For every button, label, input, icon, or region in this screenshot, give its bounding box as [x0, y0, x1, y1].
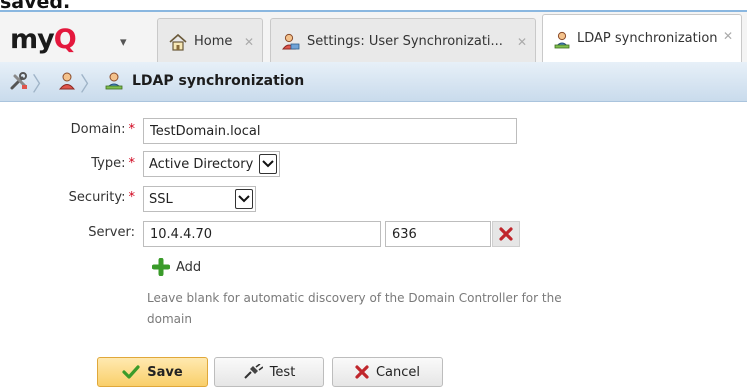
tab-home-close-icon[interactable]: ✕ [244, 35, 254, 49]
plus-icon [152, 258, 170, 276]
security-select-value: SSL [149, 191, 173, 207]
page-title: LDAP synchronization [132, 73, 305, 89]
logo-text: my [10, 24, 55, 55]
server-label-text: Server: [88, 225, 135, 240]
type-label-text: Type: [91, 156, 126, 171]
tab-ldap-synchronization[interactable]: LDAP synchronization ✕ [542, 14, 742, 64]
tab-user-sync-label: Settings: User Synchronizati... [307, 34, 503, 49]
save-button-label: Save [147, 364, 183, 380]
tab-user-synchronization[interactable]: Settings: User Synchronizati... ✕ [270, 18, 536, 64]
domain-input[interactable] [143, 118, 517, 144]
home-icon [169, 33, 187, 51]
type-label: Type: * [0, 156, 135, 171]
type-select-value: Active Directory [149, 156, 254, 172]
required-marker: * [128, 156, 136, 171]
domain-label: Domain: * [0, 122, 135, 137]
top-bar: myQ ▾ Home ✕ Settings: User Synchronizat… [0, 10, 747, 64]
breadcrumb: 〉 〉 LDAP synchronization [0, 62, 747, 102]
chevron-down-icon[interactable] [235, 189, 253, 209]
tab-ldap-label: LDAP synchronization [577, 31, 718, 46]
breadcrumb-separator: 〉 [80, 72, 100, 96]
logo-accent: Q [53, 24, 77, 55]
add-server-button[interactable]: Add [152, 258, 201, 276]
test-button-label: Test [269, 364, 296, 380]
users-icon[interactable] [58, 71, 78, 91]
required-marker: * [128, 122, 136, 137]
server-port-input[interactable] [385, 221, 491, 247]
save-button[interactable]: Save [97, 357, 208, 387]
myq-logo[interactable]: myQ [10, 24, 77, 55]
server-label: Server: [0, 225, 135, 240]
ldap-user-icon [554, 31, 570, 49]
close-icon [355, 365, 369, 379]
domain-label-text: Domain: [70, 122, 126, 137]
cancel-button-label: Cancel [375, 364, 421, 380]
tab-home[interactable]: Home ✕ [157, 18, 263, 64]
checkmark-icon [122, 365, 140, 379]
users-icon [281, 33, 300, 49]
server-hint-text: Leave blank for automatic discovery of t… [147, 291, 562, 326]
required-marker: * [128, 190, 136, 205]
security-select[interactable]: SSL [143, 186, 256, 212]
server-host-input[interactable] [143, 221, 381, 247]
security-label-text: Security: [68, 190, 126, 205]
remove-server-button[interactable] [492, 221, 520, 247]
chevron-down-icon[interactable] [259, 154, 277, 174]
type-select[interactable]: Active Directory [143, 151, 280, 177]
tools-icon[interactable] [9, 71, 29, 91]
security-label: Security: * [0, 190, 135, 205]
add-label: Add [176, 259, 202, 275]
main-menu-caret-icon[interactable]: ▾ [120, 35, 127, 50]
tab-home-label: Home [194, 34, 233, 49]
ldap-user-icon[interactable] [104, 71, 124, 91]
cancel-button[interactable]: Cancel [332, 357, 443, 387]
breadcrumb-separator: 〉 [32, 72, 52, 96]
delete-x-icon [499, 227, 513, 241]
tab-user-sync-close-icon[interactable]: ✕ [517, 35, 527, 49]
test-button[interactable]: Test [214, 357, 324, 387]
tab-ldap-close-icon[interactable]: ✕ [723, 29, 733, 43]
plug-icon [243, 364, 263, 380]
